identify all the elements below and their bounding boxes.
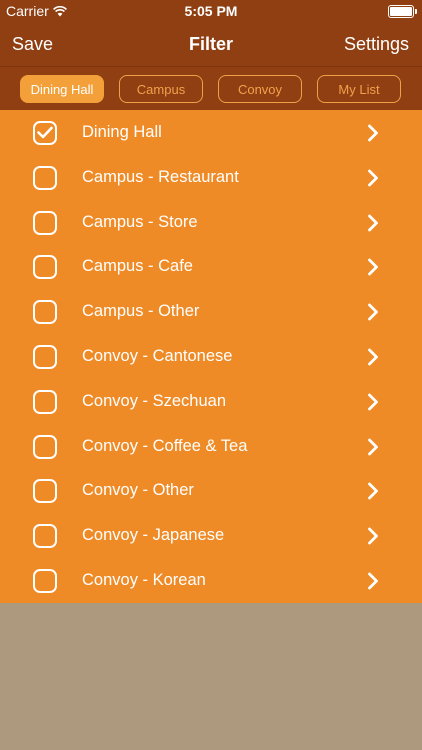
filter-list: Dining Hall Campus - Restaurant Campus - S…: [0, 110, 422, 603]
segment-my-list[interactable]: My List: [317, 75, 401, 103]
checkbox-unchecked[interactable]: [33, 479, 57, 504]
list-item[interactable]: Campus - Restaurant: [0, 155, 422, 200]
battery-icon: [388, 5, 417, 18]
navigation-bar: Save Filter Settings: [0, 24, 422, 66]
checkbox-unchecked[interactable]: [33, 434, 57, 459]
chevron-right-icon: [367, 438, 379, 456]
list-item-label: Convoy - Cantonese: [82, 347, 233, 365]
list-item-label: Convoy - Korean: [82, 571, 206, 589]
checkbox-unchecked[interactable]: [33, 300, 57, 325]
status-time: 5:05 PM: [184, 3, 238, 19]
segment-campus[interactable]: Campus: [119, 75, 203, 103]
settings-button[interactable]: Settings: [344, 34, 409, 55]
checkbox-unchecked[interactable]: [33, 389, 57, 414]
list-item[interactable]: Convoy - Japanese: [0, 513, 422, 558]
save-button[interactable]: Save: [12, 34, 53, 55]
chevron-right-icon: [367, 258, 379, 276]
checkmark-icon: [37, 126, 53, 139]
list-item[interactable]: Campus - Cafe: [0, 244, 422, 289]
checkbox-unchecked[interactable]: [33, 524, 57, 549]
list-item-label: Convoy - Coffee & Tea: [82, 436, 248, 455]
top-bar: Carrier 5:05 PM Save Filter Settings Din…: [0, 0, 422, 110]
list-item[interactable]: Campus - Other: [0, 289, 422, 334]
list-item-label: Dining Hall: [82, 123, 162, 141]
chevron-right-icon: [367, 348, 379, 366]
chevron-right-icon: [367, 393, 379, 411]
chevron-right-icon: [367, 572, 379, 590]
checkbox-unchecked[interactable]: [33, 345, 57, 369]
chevron-right-icon: [367, 527, 379, 545]
list-item-label: Convoy - Other: [82, 481, 194, 500]
list-item-label: Convoy - Szechuan: [82, 391, 226, 410]
list-item-label: Campus - Cafe: [82, 257, 193, 276]
chevron-right-icon: [367, 124, 379, 142]
chevron-right-icon: [367, 214, 379, 232]
list-item-label: Campus - Store: [82, 212, 198, 231]
status-bar: Carrier 5:05 PM: [0, 0, 422, 24]
checkbox-unchecked[interactable]: [33, 210, 57, 235]
list-item[interactable]: Campus - Store: [0, 200, 422, 245]
list-item-label: Campus - Other: [82, 302, 200, 321]
chevron-right-icon: [367, 169, 379, 187]
list-item-label: Campus - Restaurant: [82, 167, 239, 186]
list-item[interactable]: Dining Hall: [0, 110, 422, 155]
list-item[interactable]: Convoy - Coffee & Tea: [0, 424, 422, 469]
list-item[interactable]: Convoy - Korean: [0, 558, 422, 603]
checkbox-unchecked[interactable]: [33, 255, 57, 280]
list-item-label: Convoy - Japanese: [82, 526, 225, 545]
checkbox-unchecked[interactable]: [33, 165, 57, 190]
chevron-right-icon: [367, 482, 379, 500]
list-item[interactable]: Convoy - Cantonese: [0, 334, 422, 379]
filter-screen: Carrier 5:05 PM Save Filter Settings Din…: [0, 0, 422, 750]
category-segmented-control: Dining Hall Campus Convoy My List: [0, 66, 422, 110]
checkbox-checked[interactable]: [33, 121, 57, 145]
checkbox-unchecked[interactable]: [33, 569, 57, 593]
list-item[interactable]: Convoy - Szechuan: [0, 379, 422, 424]
segment-dining-hall[interactable]: Dining Hall: [20, 75, 104, 103]
segment-convoy[interactable]: Convoy: [218, 75, 302, 103]
chevron-right-icon: [367, 303, 379, 321]
list-item[interactable]: Convoy - Other: [0, 468, 422, 513]
